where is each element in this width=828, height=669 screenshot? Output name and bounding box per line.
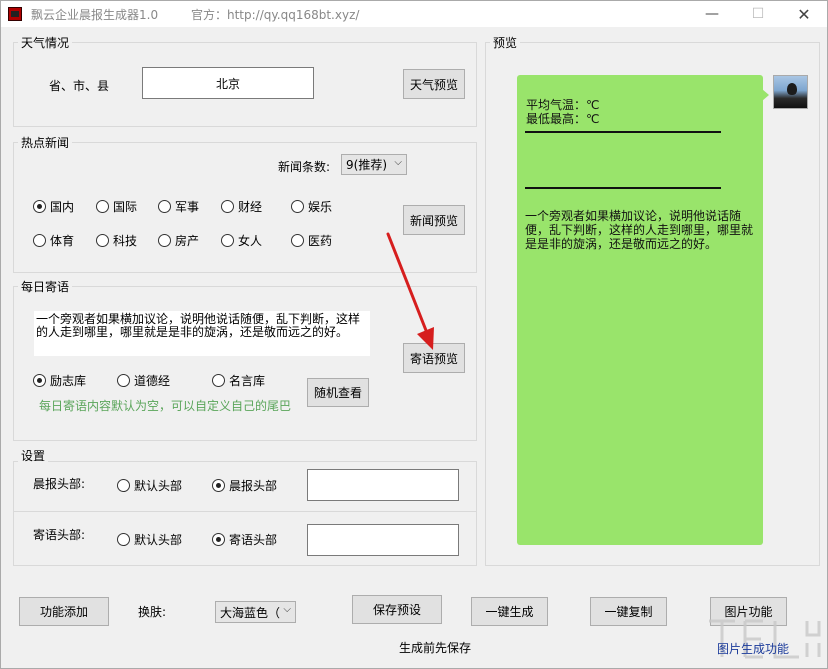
morning-header-label: 晨报头部: xyxy=(33,477,86,491)
close-button[interactable]: ✕ xyxy=(781,1,827,27)
radio-dot-icon xyxy=(158,200,171,213)
news-count-label: 新闻条数: xyxy=(278,160,331,174)
skin-select[interactable]: 大海蓝色（ ⌵ xyxy=(215,601,296,623)
greeting-header-label: 寄语头部: xyxy=(33,528,86,542)
title-bar: 飘云企业晨报生成器1.0 官方：http://qy.qq168bt.xyz/ —… xyxy=(1,1,827,27)
news-category-radio[interactable]: 体育 xyxy=(33,232,74,249)
morning-header-input[interactable] xyxy=(307,469,459,501)
footer-note: 生成前先保存 xyxy=(399,641,472,655)
daily-source-radio[interactable]: 名言库 xyxy=(212,372,265,389)
radio-dot-icon xyxy=(158,234,171,247)
bubble-pointer xyxy=(762,89,769,101)
greeting-header-radio[interactable]: 默认头部 xyxy=(117,531,182,548)
daily-group-title: 每日寄语 xyxy=(18,278,73,295)
app-logo-icon xyxy=(8,7,22,21)
news-category-radio[interactable]: 国际 xyxy=(96,198,137,215)
radio-dot-icon xyxy=(221,200,234,213)
radio-dot-icon xyxy=(33,200,46,213)
daily-source-radio[interactable]: 道德经 xyxy=(117,372,170,389)
skin-label: 换肤: xyxy=(138,605,167,619)
radio-dot-icon xyxy=(33,374,46,387)
location-input[interactable]: 北京 xyxy=(142,67,314,99)
chevron-down-icon: ⌵ xyxy=(283,604,291,615)
news-group-title: 热点新闻 xyxy=(18,134,73,151)
greeting-header-input[interactable] xyxy=(307,524,459,556)
news-category-radio[interactable]: 医药 xyxy=(291,232,332,249)
preview-quote-text: 一个旁观者如果横加议论，说明他说话随便，乱下判断，这样的人走到哪里，哪里就是是非… xyxy=(525,209,754,251)
radio-dot-icon xyxy=(33,234,46,247)
settings-divider xyxy=(14,511,476,512)
news-category-radio[interactable]: 财经 xyxy=(221,198,262,215)
radio-dot-icon xyxy=(117,533,130,546)
morning-header-radio[interactable]: 默认头部 xyxy=(117,477,182,494)
daily-text-input[interactable]: 一个旁观者如果横加议论，说明他说话随便，乱下判断，这样的人走到哪里，哪里就是是非… xyxy=(33,310,371,357)
radio-dot-icon xyxy=(117,374,130,387)
maximize-button[interactable]: ☐ xyxy=(735,1,781,27)
weather-preview-button[interactable]: 天气预览 xyxy=(403,69,465,99)
min-max-temp-text: 最低最高：℃ xyxy=(526,112,600,126)
chevron-down-icon: ⌵ xyxy=(394,157,402,168)
greeting-header-radio[interactable]: 寄语头部 xyxy=(212,531,277,548)
news-count-value: 9(推荐) xyxy=(346,158,387,172)
divider-line xyxy=(525,187,721,189)
radio-dot-icon xyxy=(96,200,109,213)
news-category-radio[interactable]: 房产 xyxy=(158,232,199,249)
news-category-radio[interactable]: 科技 xyxy=(96,232,137,249)
official-url: 官方：http://qy.qq168bt.xyz/ xyxy=(191,8,360,22)
news-category-radio[interactable]: 女人 xyxy=(221,232,262,249)
news-category-radio[interactable]: 娱乐 xyxy=(291,198,332,215)
add-feature-button[interactable]: 功能添加 xyxy=(19,597,109,626)
radio-dot-icon xyxy=(117,479,130,492)
avatar xyxy=(773,75,808,109)
radio-dot-icon xyxy=(212,533,225,546)
preview-bubble: 平均气温：℃ 最低最高：℃ 一个旁观者如果横加议论，说明他说话随便，乱下判断，这… xyxy=(517,75,763,545)
news-category-radio[interactable]: 国内 xyxy=(33,198,74,215)
radio-dot-icon xyxy=(212,479,225,492)
app-window: 飘云企业晨报生成器1.0 官方：http://qy.qq168bt.xyz/ —… xyxy=(0,0,828,669)
settings-group-title: 设置 xyxy=(18,447,49,464)
radio-dot-icon xyxy=(221,234,234,247)
radio-dot-icon xyxy=(96,234,109,247)
weather-group-title: 天气情况 xyxy=(18,34,73,51)
daily-hint-text: 每日寄语内容默认为空，可以自定义自己的尾巴 xyxy=(39,399,292,413)
preview-group-title: 预览 xyxy=(490,34,521,51)
generate-button[interactable]: 一键生成 xyxy=(471,597,548,626)
divider-line xyxy=(525,131,721,133)
radio-dot-icon xyxy=(291,200,304,213)
copy-button[interactable]: 一键复制 xyxy=(590,597,667,626)
skin-value: 大海蓝色（ xyxy=(220,605,281,620)
minimize-button[interactable]: — xyxy=(689,1,735,27)
avg-temp-text: 平均气温：℃ xyxy=(526,98,600,112)
news-count-select[interactable]: 9(推荐) ⌵ xyxy=(341,154,407,175)
random-view-button[interactable]: 随机查看 xyxy=(307,378,369,407)
location-label: 省、市、县 xyxy=(49,79,110,93)
watermark-caption: 图片生成功能 xyxy=(717,642,790,656)
news-category-radio[interactable]: 军事 xyxy=(158,198,199,215)
radio-dot-icon xyxy=(291,234,304,247)
red-arrow-annotation xyxy=(386,232,434,350)
window-title: 飘云企业晨报生成器1.0 xyxy=(31,8,159,22)
daily-source-radio[interactable]: 励志库 xyxy=(33,372,86,389)
morning-header-radio[interactable]: 晨报头部 xyxy=(212,477,277,494)
radio-dot-icon xyxy=(212,374,225,387)
save-preset-button[interactable]: 保存预设 xyxy=(352,595,442,624)
